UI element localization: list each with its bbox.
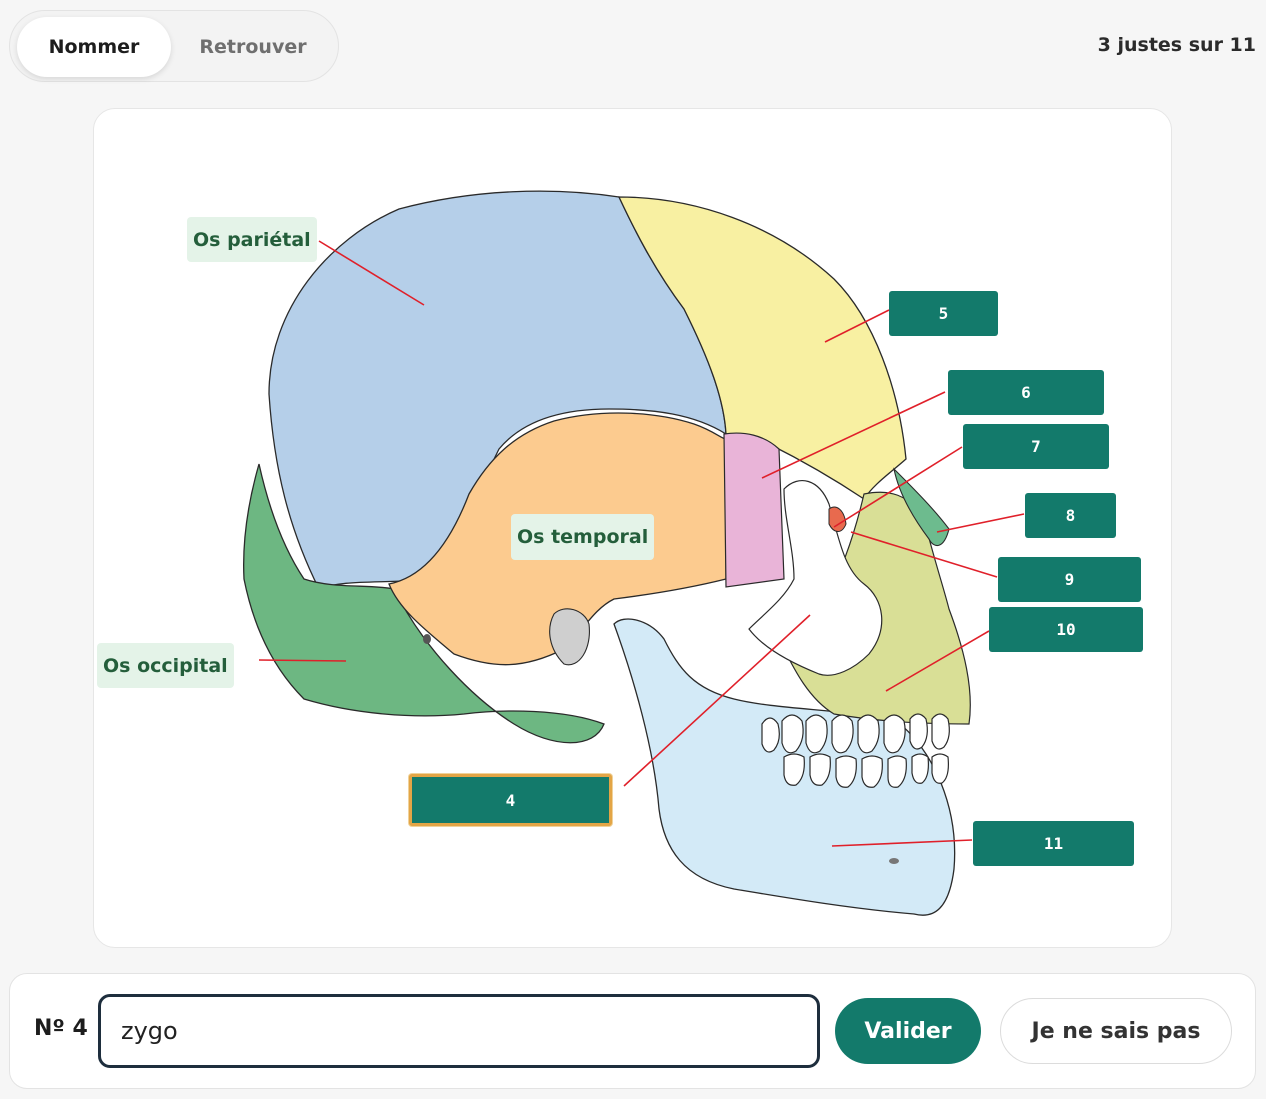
tab-retrouver[interactable]: Retrouver [178, 17, 328, 77]
sphenoid-bone [723, 432, 785, 588]
mental-foramen [889, 858, 899, 864]
numbered-label-8[interactable]: 8 [1025, 493, 1116, 538]
lacrimal-bone [828, 506, 847, 532]
numbered-label-11[interactable]: 11 [973, 821, 1134, 866]
label-os-parietal: Os pariétal [187, 217, 317, 262]
answer-bar: Nº 4 Valider Je ne sais pas [9, 973, 1256, 1089]
label-os-occipital: Os occipital [97, 643, 234, 688]
score-counter: 3 justes sur 11 [1097, 34, 1256, 56]
mastoid-foramen [423, 634, 431, 644]
numbered-label-7[interactable]: 7 [963, 424, 1109, 469]
numbered-label-5[interactable]: 5 [889, 291, 998, 336]
numbered-label-10[interactable]: 10 [989, 607, 1143, 652]
question-number: Nº 4 [34, 1016, 88, 1041]
mode-tabs: Nommer Retrouver [9, 10, 339, 82]
ear-canal [549, 608, 590, 666]
validate-button[interactable]: Valider [835, 998, 981, 1064]
numbered-label-6[interactable]: 6 [948, 370, 1104, 415]
numbered-label-9[interactable]: 9 [998, 557, 1141, 602]
answer-input[interactable] [98, 994, 820, 1068]
diagram-card: Os pariétal Os temporal Os occipital 4 5… [93, 108, 1172, 948]
dont-know-button[interactable]: Je ne sais pas [1000, 998, 1232, 1064]
label-os-temporal: Os temporal [511, 514, 655, 560]
numbered-label-4[interactable]: 4 [409, 774, 612, 826]
tab-nommer[interactable]: Nommer [17, 17, 171, 77]
